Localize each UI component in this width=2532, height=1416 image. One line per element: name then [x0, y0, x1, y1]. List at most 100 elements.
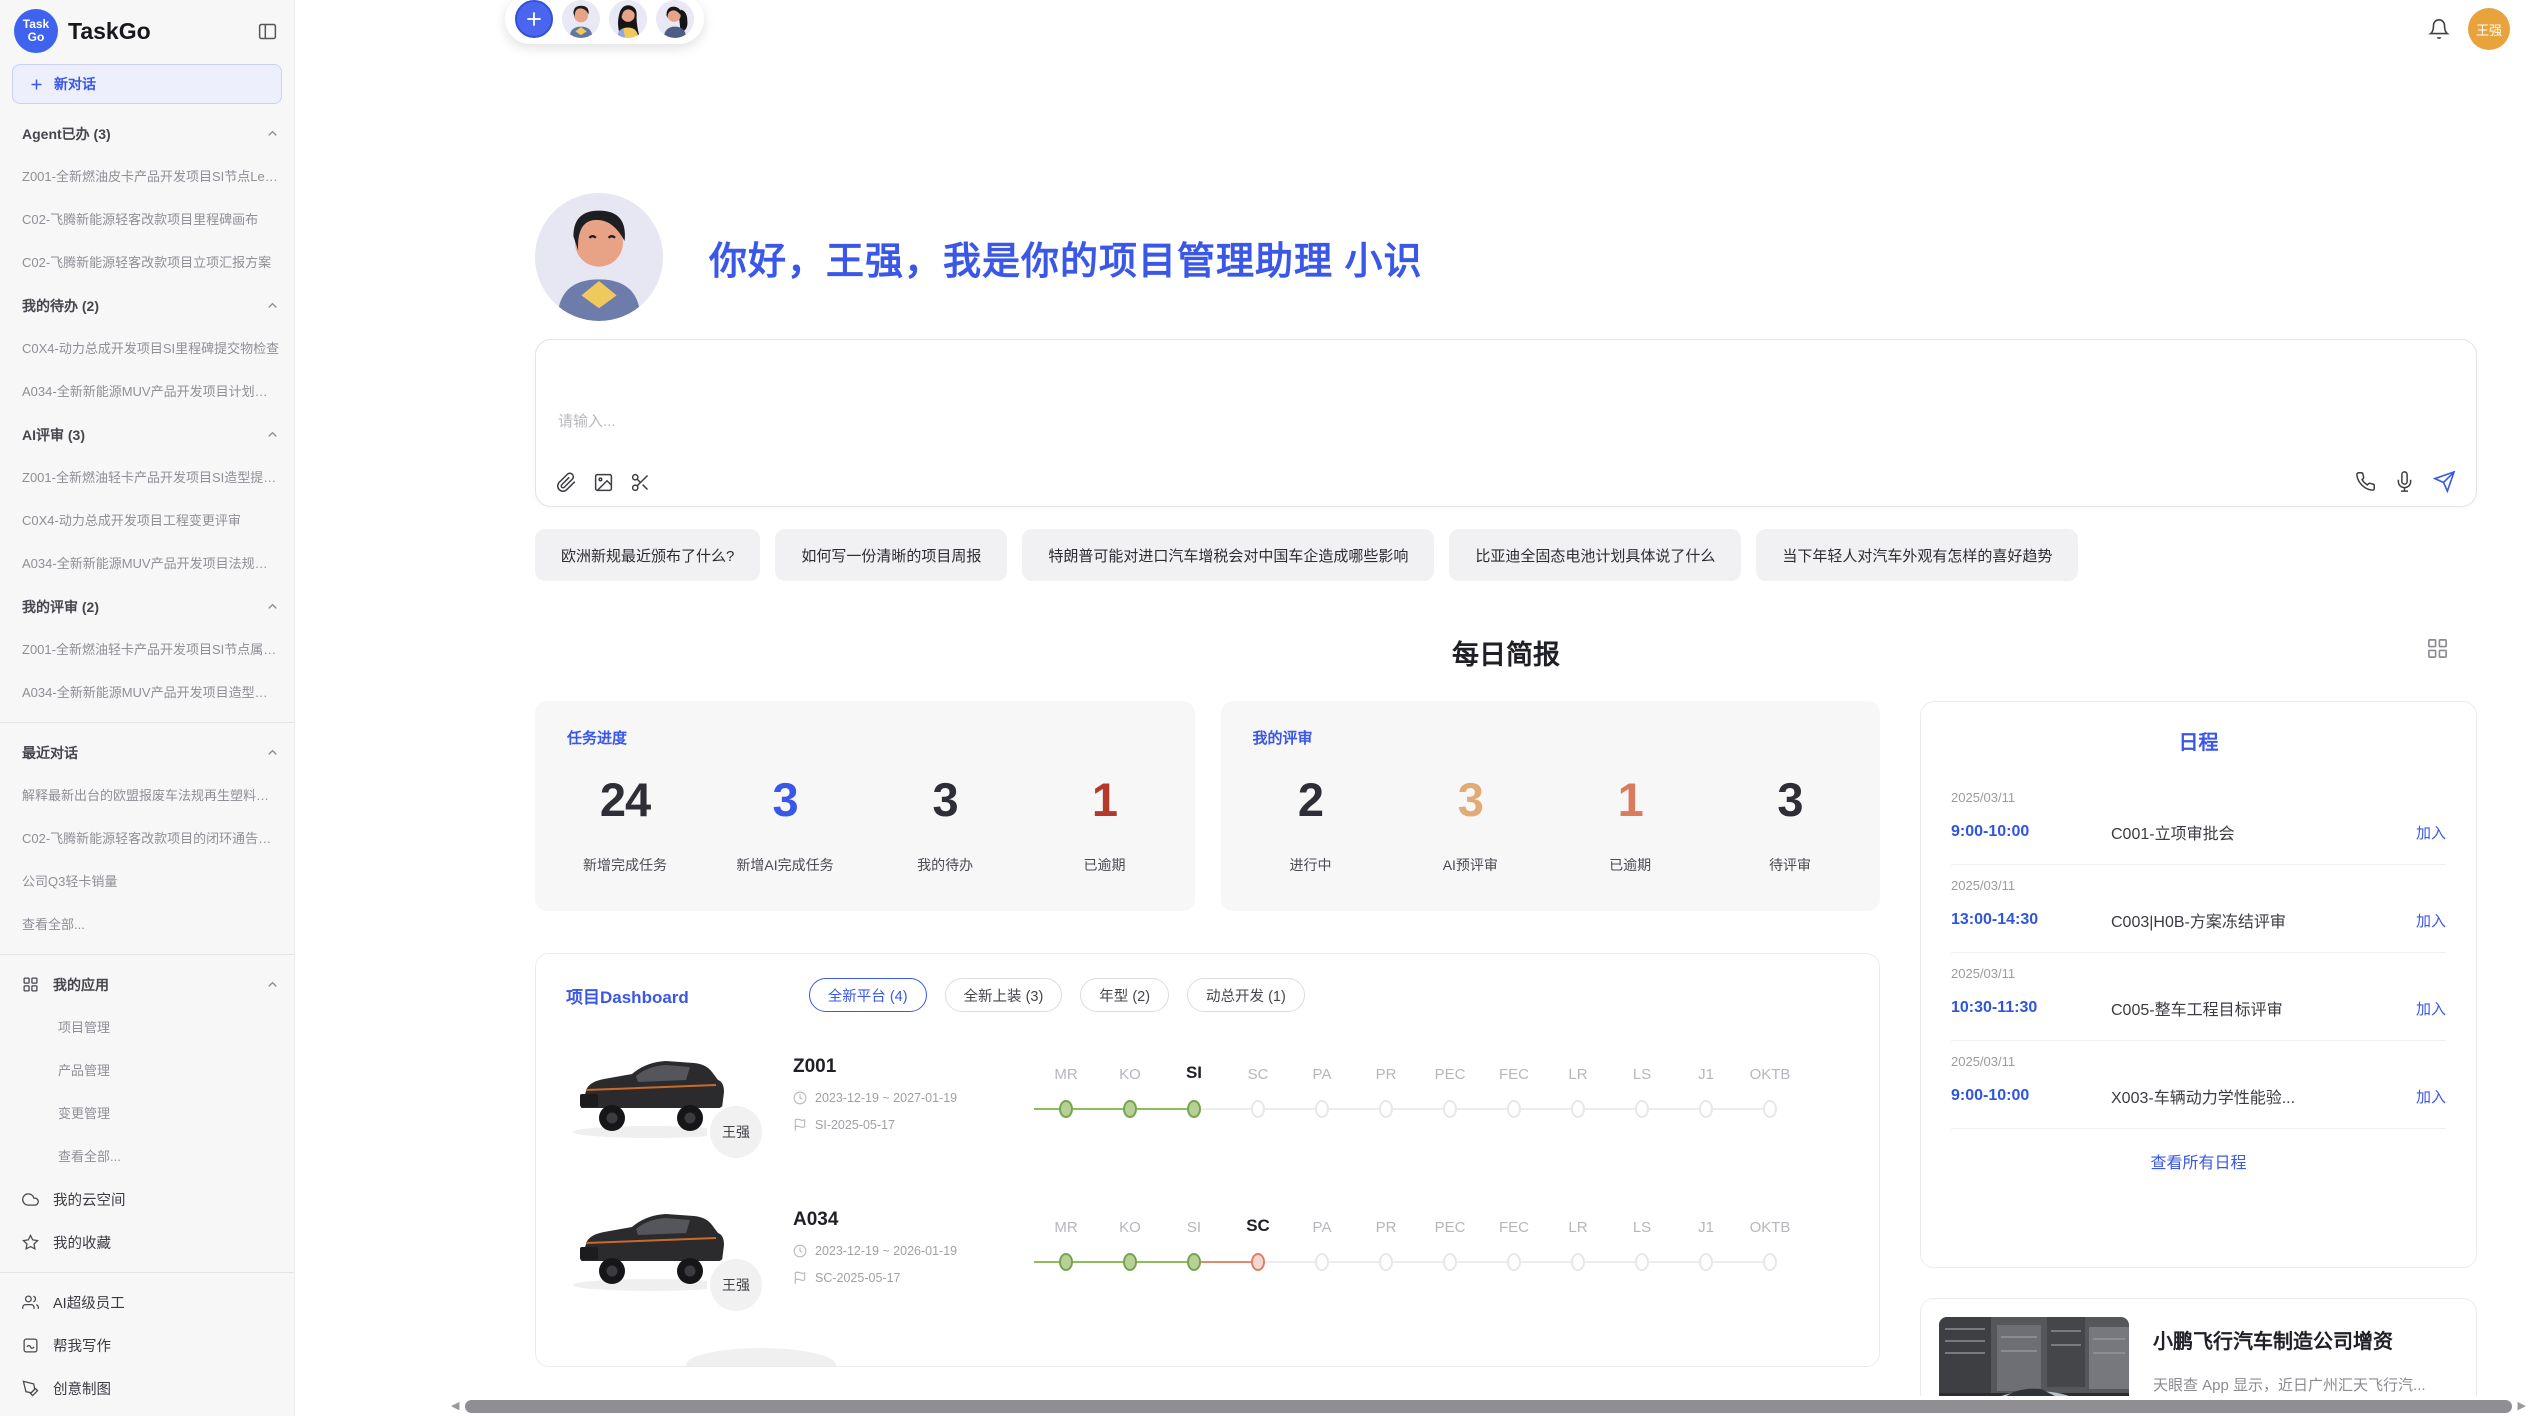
dashboard-tab[interactable]: 全新上装 (3) [945, 978, 1063, 1012]
sidebar-item[interactable]: Z001-全新燃油轻卡产品开发项目SI造型提交物评审 [22, 456, 280, 499]
voice-call-icon[interactable] [2355, 471, 2376, 492]
milestone-label: KO [1098, 1057, 1162, 1087]
event-join-link[interactable]: 加入 [2416, 1086, 2446, 1107]
attachment-icon[interactable] [556, 472, 577, 493]
milestone: PA [1290, 1210, 1354, 1284]
sidebar-recent-item[interactable]: 公司Q3轻卡销量 [22, 860, 280, 903]
send-icon[interactable] [2433, 470, 2456, 493]
sidebar-item[interactable]: Z001-全新燃油皮卡产品开发项目SI节点Lesson Learn报告 [22, 155, 280, 198]
milestone: J1 [1674, 1057, 1738, 1131]
milestone-dot-area [1482, 1087, 1546, 1131]
milestone-dot [1507, 1253, 1521, 1271]
milestone-dot [1571, 1253, 1585, 1271]
dashboard-tab[interactable]: 年型 (2) [1080, 978, 1169, 1012]
sidebar-tool-write[interactable]: 帮我写作 [22, 1324, 280, 1367]
sidebar-item[interactable]: A034-全新新能源MUV产品开发项目计划变更表编写 [22, 370, 280, 413]
project-row[interactable]: 王强Z0012023-12-19 ~ 2027-01-19SI-2025-05-… [566, 1046, 1849, 1141]
milestone: SC [1226, 1210, 1290, 1284]
stat-item: 2进行中 [1263, 772, 1359, 875]
milestone-dot [1443, 1253, 1457, 1271]
agent-avatar-1[interactable] [562, 0, 600, 38]
chevron-up-icon[interactable] [265, 977, 280, 992]
project-row[interactable]: 王强A0342023-12-19 ~ 2026-01-19SC-2025-05-… [566, 1199, 1849, 1294]
briefing-right-column: 日程 2025/03/119:00-10:00C001-立项审批会加入2025/… [1920, 701, 2477, 1416]
sidebar-item[interactable]: Z001-全新燃油轻卡产品开发项目SI节点属性5D文件评审 [22, 628, 280, 671]
sidebar-app-item[interactable]: 变更管理 [22, 1092, 280, 1135]
stat-card-title: 我的评审 [1253, 727, 1849, 748]
sidebar-recent-header[interactable]: 最近对话 [22, 731, 280, 774]
sidebar-app-item[interactable]: 产品管理 [22, 1049, 280, 1092]
chat-input-placeholder: 请输入... [558, 410, 616, 431]
notification-bell-icon[interactable] [2428, 18, 2450, 40]
sidebar-recent-item[interactable]: 查看全部... [22, 903, 280, 946]
chevron-up-icon[interactable] [265, 126, 280, 141]
suggestion-chip[interactable]: 如何写一份清晰的项目周报 [775, 529, 1007, 581]
screenshot-scissors-icon[interactable] [630, 472, 651, 493]
milestone: PR [1354, 1210, 1418, 1284]
stat-value: 3 [772, 772, 797, 827]
sidebar-item[interactable]: A034-全新新能源MUV产品开发项目法规符合性评审 [22, 542, 280, 585]
sidebar-app-item[interactable]: 项目管理 [22, 1006, 280, 1049]
sidebar-app-item[interactable]: 查看全部... [22, 1135, 280, 1178]
suggestion-chips: 欧洲新规最近颁布了什么? 如何写一份清晰的项目周报特朗普可能对进口汽车增税会对中国… [535, 529, 2477, 581]
chevron-up-icon[interactable] [265, 599, 280, 614]
scrollbar-thumb[interactable] [465, 1400, 2511, 1413]
sidebar-item[interactable]: C02-飞腾新能源轻客改款项目立项汇报方案 [22, 241, 280, 284]
chevron-up-icon[interactable] [265, 427, 280, 442]
agent-avatar-3[interactable] [656, 0, 694, 38]
scroll-left-arrow[interactable]: ◀ [451, 1401, 459, 1412]
event-join-link[interactable]: 加入 [2416, 998, 2446, 1019]
microphone-icon[interactable] [2394, 471, 2415, 492]
new-chat-button[interactable]: 新对话 [12, 64, 282, 104]
sidebar-group-header[interactable]: 我的待办 (2) [22, 284, 280, 327]
layout-grid-icon[interactable] [2426, 637, 2449, 660]
milestone-dot-area [1226, 1087, 1290, 1131]
suggestion-chip[interactable]: 当下年轻人对汽车外观有怎样的喜好趋势 [1756, 529, 2078, 581]
milestone-label: LS [1610, 1057, 1674, 1087]
agent-avatar-2[interactable] [609, 0, 647, 38]
event-join-link[interactable]: 加入 [2416, 910, 2446, 931]
sidebar-tool-pen[interactable]: 创意制图 [22, 1367, 280, 1410]
sidebar-item[interactable]: C0X4-动力总成开发项目工程变更评审 [22, 499, 280, 542]
sidebar-item[interactable]: A034-全新新能源MUV产品开发项目造型可行性评审 [22, 671, 280, 714]
dashboard-tab[interactable]: 全新平台 (4) [809, 978, 927, 1012]
sidebar-collapse-icon[interactable] [255, 19, 280, 44]
milestone-dot [1059, 1253, 1073, 1271]
suggestion-chip[interactable]: 特朗普可能对进口汽车增税会对中国车企造成哪些影响 [1022, 529, 1434, 581]
event-row: 13:00-14:30C003|H0B-方案冻结评审加入 [1951, 908, 2446, 932]
scroll-right-arrow[interactable]: ▶ [2518, 1401, 2526, 1412]
topbar-right: 王强 [2428, 8, 2510, 50]
stat-label: 已逾期 [1609, 855, 1651, 875]
suggestion-chip[interactable]: 比亚迪全固态电池计划具体说了什么 [1449, 529, 1741, 581]
chat-composer[interactable]: 请输入... [535, 339, 2477, 507]
sidebar-apps-header[interactable]: 我的应用 [22, 963, 280, 1006]
sidebar-item[interactable]: C0X4-动力总成开发项目SI里程碑提交物检查 [22, 327, 280, 370]
milestone-label: MR [1034, 1210, 1098, 1240]
stat-value: 3 [933, 772, 958, 827]
dashboard-tab[interactable]: 动总开发 (1) [1187, 978, 1305, 1012]
sidebar-recent-item[interactable]: C02-飞腾新能源轻客改款项目的闭环通告反馈情况 [22, 817, 280, 860]
schedule-view-all-link[interactable]: 查看所有日程 [1951, 1149, 2446, 1173]
sidebar-item-star[interactable]: 我的收藏 [22, 1221, 280, 1264]
chevron-up-icon[interactable] [265, 745, 280, 760]
schedule-event: 2025/03/119:00-10:00C001-立项审批会加入 [1951, 777, 2446, 865]
sidebar-item-cloud[interactable]: 我的云空间 [22, 1178, 280, 1221]
sidebar-tool-people[interactable]: AI超级员工 [22, 1281, 280, 1324]
image-upload-icon[interactable] [593, 472, 614, 493]
agent-switcher [505, 0, 704, 44]
milestone-label: FEC [1482, 1057, 1546, 1087]
sidebar-group-header[interactable]: 我的评审 (2) [22, 585, 280, 628]
sidebar-group-header[interactable]: Agent已办 (3) [22, 112, 280, 155]
user-avatar[interactable]: 王强 [2468, 8, 2510, 50]
milestone-label: MR [1034, 1057, 1098, 1087]
event-join-link[interactable]: 加入 [2416, 822, 2446, 843]
event-time: 9:00-10:00 [1951, 1087, 2111, 1105]
sidebar-recent-item[interactable]: 解释最新出台的欧盟报废车法规再生塑料比例被调至15%... [22, 774, 280, 817]
event-name: C005-整车工程目标评审 [2111, 996, 2404, 1020]
add-agent-button[interactable] [515, 0, 553, 38]
sidebar-item[interactable]: C02-飞腾新能源轻客改款项目里程碑画布 [22, 198, 280, 241]
milestone: MR [1034, 1210, 1098, 1284]
chevron-up-icon[interactable] [265, 298, 280, 313]
suggestion-chip[interactable]: 欧洲新规最近颁布了什么? [535, 529, 760, 581]
sidebar-group-header[interactable]: AI评审 (3) [22, 413, 280, 456]
